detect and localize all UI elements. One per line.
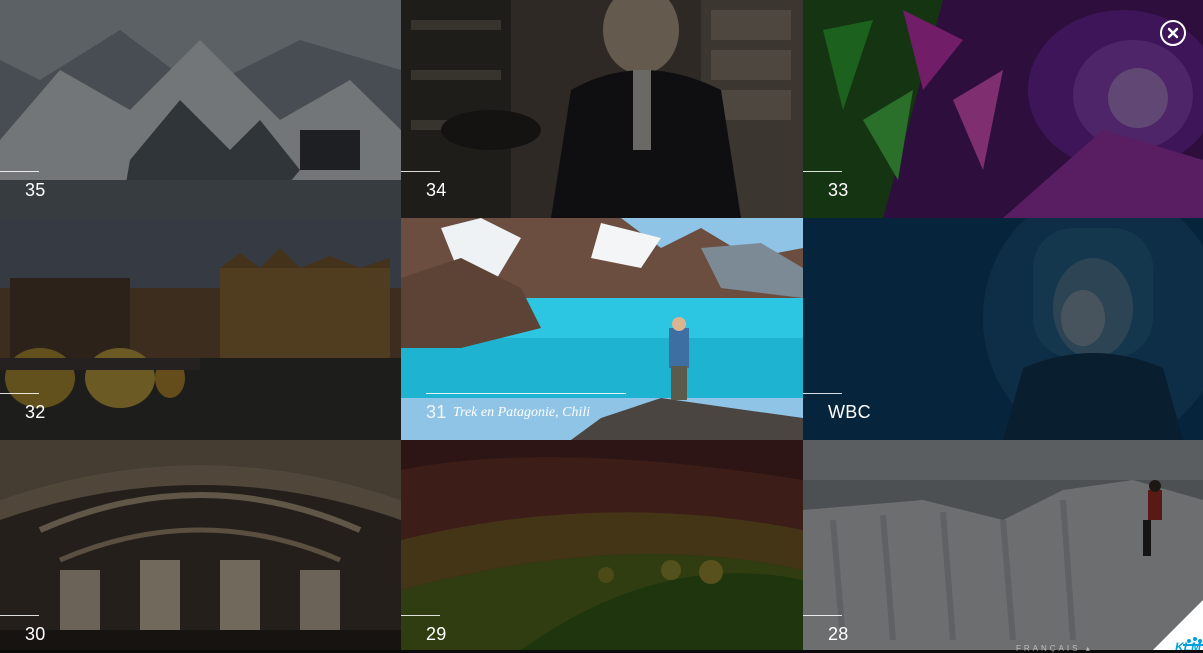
tile-number: 32 — [25, 402, 46, 422]
tile-divider — [803, 171, 842, 172]
gallery-tile-34[interactable]: 34 — [401, 0, 803, 218]
klm-crown-logo[interactable]: KLM — [1153, 600, 1203, 650]
tile-number: 28 — [828, 624, 849, 644]
language-selector[interactable]: FRANÇAIS ▴ — [1016, 644, 1093, 653]
gallery-tile-wbc[interactable]: WBC — [803, 218, 1203, 440]
tile-dim-overlay — [401, 0, 803, 218]
tile-number: 34 — [426, 180, 447, 200]
tile-divider — [803, 393, 842, 394]
tile-dim-overlay — [401, 440, 803, 650]
tile-divider — [426, 393, 626, 394]
gallery-tile-33[interactable]: 33 — [803, 0, 1203, 218]
tile-divider — [401, 615, 440, 616]
tile-dim-overlay — [0, 218, 401, 440]
gallery-tile-35[interactable]: 35 — [0, 0, 401, 218]
chevron-up-icon: ▴ — [1085, 644, 1093, 653]
tile-number: 33 — [828, 180, 849, 200]
photo-gallery-grid: 35 34 33 32 31 Trek en Patagonie, Chili … — [0, 0, 1203, 650]
language-label: FRANÇAIS — [1016, 644, 1081, 653]
tile-dim-overlay — [803, 0, 1203, 218]
tile-divider — [0, 171, 39, 172]
tile-divider — [401, 171, 440, 172]
close-icon — [1167, 27, 1179, 39]
gallery-tile-31[interactable]: 31 Trek en Patagonie, Chili — [401, 218, 803, 440]
tile-dim-overlay — [0, 440, 401, 650]
gallery-tile-30[interactable]: 30 — [0, 440, 401, 650]
gallery-tile-32[interactable]: 32 — [0, 218, 401, 440]
tile-number: 35 — [25, 180, 46, 200]
tile-dim-overlay — [803, 440, 1203, 650]
gallery-tile-28[interactable]: 28 — [803, 440, 1203, 650]
tile-divider — [0, 393, 39, 394]
tile-number: 31 — [426, 402, 447, 422]
tile-divider — [803, 615, 842, 616]
logo-text: KLM — [1175, 640, 1202, 650]
gallery-tile-29[interactable]: 29 — [401, 440, 803, 650]
tile-number: WBC — [828, 402, 871, 422]
tile-dim-overlay — [0, 0, 401, 218]
tile-caption: Trek en Patagonie, Chili — [453, 405, 591, 420]
tile-number: 30 — [25, 624, 46, 644]
close-button[interactable] — [1160, 20, 1186, 46]
tile-divider — [0, 615, 39, 616]
tile-number: 29 — [426, 624, 447, 644]
